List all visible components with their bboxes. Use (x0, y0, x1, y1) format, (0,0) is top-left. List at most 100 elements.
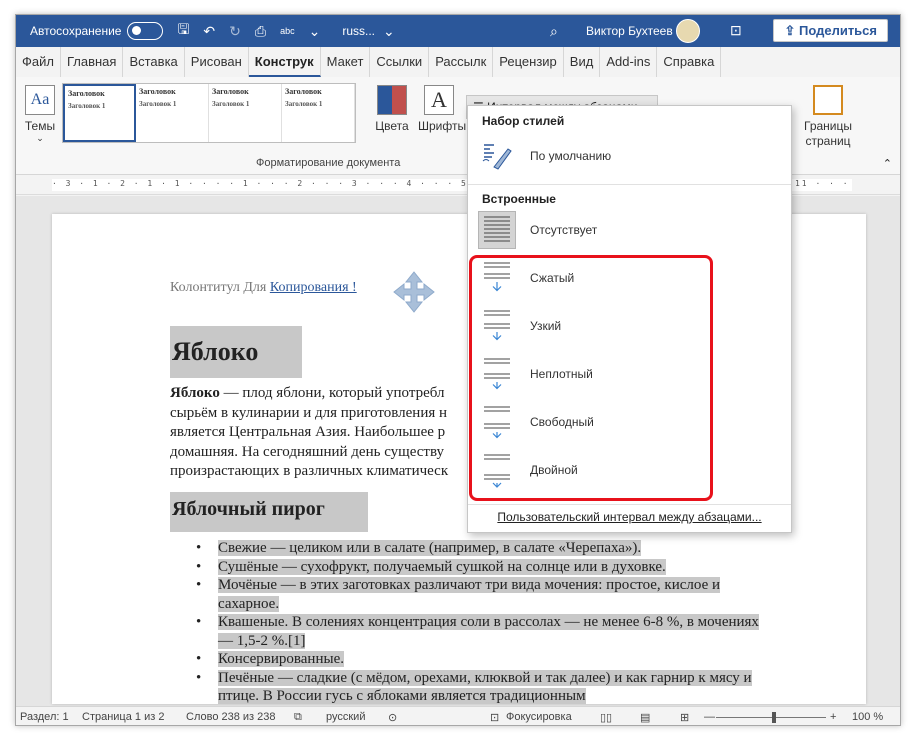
tab-9[interactable]: Вид (564, 47, 601, 77)
toggle-switch-icon[interactable] (127, 22, 164, 40)
save-icon[interactable]: 🖫 (177, 19, 189, 43)
accessibility-icon[interactable]: ⊙ (388, 711, 397, 724)
tab-3[interactable]: Рисован (185, 47, 249, 77)
list-item: Квашеные. В соленияx концентрация соли в… (170, 613, 770, 650)
style-set-thumbnail[interactable]: Заголовок Заголовок 1 (209, 84, 282, 142)
fonts-label: Шрифты (418, 119, 467, 133)
print-layout-icon[interactable]: ▤ (640, 711, 650, 724)
builtin-heading: Встроенные (482, 192, 556, 206)
tab-1[interactable]: Главная (61, 47, 124, 77)
undo-icon[interactable]: ↶ (203, 23, 215, 40)
themes-label: Темы (24, 119, 56, 133)
document-title: Яблоко (170, 326, 302, 378)
tab-10[interactable]: Add-ins (600, 47, 658, 77)
status-focus[interactable]: Фокусировка (506, 711, 572, 723)
fonts-button[interactable]: A Шрифты (418, 85, 467, 133)
tab-2[interactable]: Вставка (123, 47, 185, 77)
colors-label: Цвета (375, 119, 409, 133)
style-set-thumbnail[interactable]: Заголовок Заголовок 1 (63, 84, 136, 142)
page-header[interactable]: Колонтитул Для Копирования ! (170, 280, 357, 296)
print-preview-icon[interactable]: ⎙ (255, 23, 266, 40)
colors-icon (377, 85, 407, 115)
tab-4[interactable]: Конструк (248, 47, 321, 77)
header-link[interactable]: Копирования ! (270, 280, 357, 295)
spacing-option-0[interactable]: Отсутствует (478, 210, 778, 250)
list-item: Сушёные — сухофрукт, получаемый сушкой н… (170, 558, 770, 577)
share-icon: ⇪ (784, 23, 799, 38)
paint-brush-icon (478, 137, 516, 175)
themes-icon: Aa (25, 85, 55, 115)
redo-icon[interactable]: ↻ (229, 23, 241, 40)
tab-5[interactable]: Макет (321, 47, 371, 77)
spacing-option-icon (478, 211, 516, 249)
user-name[interactable]: Виктор Бухтеев (586, 24, 673, 38)
thumbnail-subheading: Заголовок 1 (139, 100, 177, 108)
paragraph-line: сырьём в кулинарии и для приготовления н (170, 404, 448, 421)
spelling-icon[interactable]: abc (280, 26, 295, 36)
thumbnail-subheading: Заголовок 1 (68, 102, 106, 110)
list-item: Свежие — целиком или в салате (например,… (170, 539, 770, 558)
tab-8[interactable]: Рецензир (493, 47, 564, 77)
focus-icon[interactable]: ⊡ (490, 711, 499, 724)
word-window: Автосохранение 🖫 ↶ ↻ ⎙ abc ⌄ russ... ⌄ ⌕… (15, 14, 901, 726)
page-borders-button[interactable]: Границы страниц (796, 85, 860, 149)
fonts-icon: A (424, 85, 454, 115)
style-gallery[interactable]: Заголовок Заголовок 1 Заголовок Заголовок 1… (62, 83, 356, 143)
style-set-heading: Набор стилей (482, 114, 565, 128)
colors-button[interactable]: Цвета (374, 85, 410, 133)
status-words[interactable]: Слово 238 из 238 (186, 711, 276, 723)
page-borders-icon (813, 85, 843, 115)
zoom-out-icon[interactable]: — (704, 711, 715, 723)
highlight-frame (469, 255, 713, 501)
document-name[interactable]: russ... (342, 24, 375, 38)
title-bar: Автосохранение 🖫 ↶ ↻ ⎙ abc ⌄ russ... ⌄ ⌕… (16, 15, 900, 47)
proofing-icon[interactable]: ⧉ (294, 711, 302, 724)
thumbnail-heading: Заголовок (68, 89, 105, 98)
status-language[interactable]: русский (326, 711, 365, 723)
ribbon-display-icon[interactable]: ⊡ (730, 22, 742, 39)
tab-11[interactable]: Справка (657, 47, 722, 77)
style-set-thumbnail[interactable]: Заголовок Заголовок 1 (282, 84, 355, 142)
themes-button[interactable]: Aa Темы ⌄ (22, 85, 58, 144)
collapse-ribbon-icon[interactable]: ⌃ (883, 157, 892, 170)
avatar[interactable] (676, 19, 700, 43)
tab-7[interactable]: Рассылк (429, 47, 494, 77)
web-layout-icon[interactable]: ⊞ (680, 711, 689, 724)
thumbnail-heading: Заголовок (139, 87, 176, 96)
status-page[interactable]: Страница 1 из 2 (82, 711, 164, 723)
thumbnail-heading: Заголовок (285, 87, 322, 96)
tab-0[interactable]: Файл (16, 47, 61, 77)
tab-6[interactable]: Ссылки (370, 47, 430, 77)
read-mode-icon[interactable]: ▯▯ (600, 711, 612, 724)
custom-spacing-link[interactable]: Пользовательский интервал между абзацами… (468, 510, 791, 524)
page-borders-label: Границы страниц (804, 119, 852, 148)
menu-item-label: По умолчанию (530, 149, 612, 163)
list-item: Консервированные. (170, 650, 770, 669)
share-button[interactable]: ⇪ Поделиться (773, 19, 888, 42)
zoom-slider-thumb[interactable] (772, 712, 776, 723)
list-item: Печёные — сладкие (с мёдом, орехами, клю… (170, 669, 770, 704)
status-bar: Раздел: 1 Страница 1 из 2 Слово 238 из 2… (16, 706, 900, 725)
thumbnail-heading: Заголовок (212, 87, 249, 96)
move-icon[interactable] (392, 270, 436, 314)
status-section[interactable]: Раздел: 1 (20, 711, 69, 723)
zoom-in-icon[interactable]: + (830, 711, 836, 723)
paragraph-line: Яблоко — плод яблони, который употребл (170, 385, 445, 401)
customize-toolbar-icon[interactable]: ⌄ (309, 23, 321, 40)
divider (468, 504, 791, 505)
autosave-toggle[interactable]: Автосохранение (30, 22, 164, 40)
status-zoom[interactable]: 100 % (852, 711, 883, 723)
search-icon[interactable]: ⌕ (550, 23, 558, 40)
header-text: Колонтитул Для (170, 280, 270, 295)
style-set-thumbnail[interactable]: Заголовок Заголовок 1 (136, 84, 209, 142)
intro-paragraph: Яблоко — плод яблони, который употребл сы… (170, 384, 470, 482)
chevron-down-icon: ⌄ (36, 133, 44, 143)
menu-item-default[interactable]: По умолчанию (478, 136, 778, 176)
thumbnail-subheading: Заголовок 1 (285, 100, 323, 108)
zoom-slider[interactable] (716, 717, 826, 718)
chevron-down-icon[interactable]: ⌄ (383, 23, 395, 40)
list-item: Мочёные — в этих заготовках различают тр… (170, 576, 770, 613)
autosave-label: Автосохранение (30, 24, 122, 38)
bullet-list: Свежие — целиком или в салате (например,… (170, 539, 770, 704)
section-heading: Яблочный пирог (170, 492, 368, 532)
